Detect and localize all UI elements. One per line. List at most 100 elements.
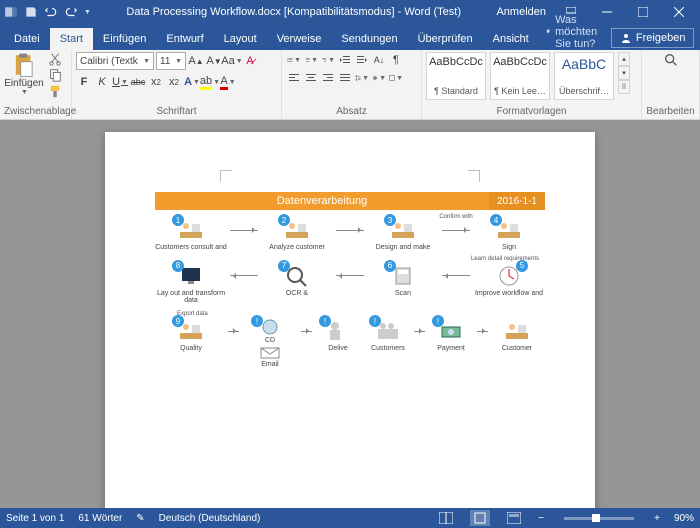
find-icon[interactable]	[663, 52, 679, 68]
print-layout-icon[interactable]	[470, 510, 490, 526]
flow-node-2: 2 Analyze customer	[261, 218, 333, 252]
tab-view[interactable]: Ansicht	[483, 28, 539, 50]
cut-icon[interactable]	[48, 52, 62, 66]
change-case-icon[interactable]: Aa▼	[224, 53, 240, 69]
styles-gallery-expand[interactable]: ▴▾⠿	[618, 52, 630, 94]
proofing-icon[interactable]: ✎	[136, 513, 144, 524]
borders-icon[interactable]: ▼	[388, 70, 404, 86]
flow-node-cd-email: ! CD Email	[240, 319, 300, 368]
highlight-color-icon[interactable]: ab▼	[202, 74, 218, 90]
flow-node-customer: Customer	[489, 319, 545, 353]
tell-me-search[interactable]: Was möchten Sie tun?	[545, 14, 605, 50]
save-icon[interactable]	[24, 5, 38, 19]
tab-mailings[interactable]: Sendungen	[331, 28, 407, 50]
window-title: Data Processing Workflow.docx [Kompatibi…	[91, 6, 497, 18]
workflow-diagram: 1 Customers consult and 2 Analyze custom…	[135, 218, 565, 368]
font-name-select[interactable]: Calibri (Textk▼	[76, 52, 154, 70]
font-name-value: Calibri (Textk	[80, 56, 138, 67]
share-button[interactable]: Freigeben	[611, 28, 695, 48]
style-sample: AaBbC	[562, 56, 606, 72]
share-icon	[620, 32, 632, 44]
strikethrough-button[interactable]: abc	[130, 74, 146, 90]
justify-icon[interactable]	[337, 70, 353, 86]
copy-icon[interactable]	[48, 68, 62, 82]
zoom-out-button[interactable]: −	[538, 513, 544, 524]
superscript-button[interactable]: x2	[166, 74, 182, 90]
tab-file[interactable]: Datei	[4, 28, 50, 50]
style-heading1[interactable]: AaBbC Überschrif…	[554, 52, 614, 100]
italic-button[interactable]: K	[94, 74, 110, 90]
qat-more-icon[interactable]: ▼	[84, 9, 91, 16]
increase-font-icon[interactable]: A▲	[188, 53, 204, 69]
web-layout-icon[interactable]	[504, 510, 524, 526]
underline-button[interactable]: U▼	[112, 74, 128, 90]
document-page: Datenverarbeitung 2016-1-1 1 Customers c…	[105, 132, 595, 508]
tab-start[interactable]: Start	[50, 28, 93, 50]
bullets-icon[interactable]: ▼	[286, 52, 302, 68]
paste-icon	[11, 52, 37, 78]
style-sample: AaBbCcDc	[429, 56, 483, 68]
lightbulb-icon	[545, 25, 551, 39]
subscript-button[interactable]: x2	[148, 74, 164, 90]
flow-annotation: Learn detail requirements	[155, 256, 539, 262]
align-center-icon[interactable]	[303, 70, 319, 86]
tab-layout[interactable]: Layout	[214, 28, 267, 50]
flow-node-payment: ! Payment	[426, 319, 476, 353]
ribbon: Einfügen ▼ Zwischenablage Calibri (Textk…	[0, 50, 700, 120]
style-standard[interactable]: AaBbCcDc ¶ Standard	[426, 52, 486, 100]
flow-node-4: 4 Sign	[473, 218, 545, 252]
ribbon-tabs: Datei Start Einfügen Entwurf Layout Verw…	[0, 24, 700, 50]
style-name: ¶ Kein Lee…	[493, 86, 547, 96]
flow-node-5: 5 Improve workflow and	[473, 264, 545, 298]
group-styles: AaBbCcDc ¶ Standard AaBbCcDc ¶ Kein Lee……	[422, 50, 642, 119]
tab-review[interactable]: Überprüfen	[408, 28, 483, 50]
document-title: Datenverarbeitung	[155, 195, 489, 207]
maximize-button[interactable]	[626, 0, 660, 24]
format-painter-icon[interactable]	[48, 84, 62, 98]
signin-link[interactable]: Anmelden	[496, 6, 546, 18]
document-area[interactable]: Datenverarbeitung 2016-1-1 1 Customers c…	[0, 120, 700, 508]
font-size-value: 11	[160, 56, 170, 67]
language-indicator[interactable]: Deutsch (Deutschland)	[159, 513, 261, 524]
style-sample: AaBbCcDc	[493, 56, 547, 68]
document-title-bar: Datenverarbeitung 2016-1-1	[155, 192, 545, 210]
word-count[interactable]: 61 Wörter	[78, 513, 122, 524]
multilevel-list-icon[interactable]: ▼	[320, 52, 336, 68]
undo-icon[interactable]	[44, 5, 58, 19]
tab-insert[interactable]: Einfügen	[93, 28, 156, 50]
document-date: 2016-1-1	[489, 192, 545, 210]
numbering-icon[interactable]: ▼	[303, 52, 319, 68]
tab-references[interactable]: Verweise	[267, 28, 332, 50]
show-marks-icon[interactable]: ¶	[388, 52, 404, 68]
clear-formatting-icon[interactable]: A̷	[242, 53, 258, 69]
flow-node-1: 1 Customers consult and	[155, 218, 227, 252]
tab-design[interactable]: Entwurf	[156, 28, 213, 50]
flow-node-7: 7 OCR &	[261, 264, 333, 298]
shading-icon[interactable]: ▼	[371, 70, 387, 86]
read-mode-icon[interactable]	[436, 510, 456, 526]
align-right-icon[interactable]	[320, 70, 336, 86]
word-app-icon	[4, 5, 18, 19]
decrease-font-icon[interactable]: A▼	[206, 53, 222, 69]
font-color-icon[interactable]: A▼	[220, 74, 236, 90]
zoom-level[interactable]: 90%	[674, 513, 694, 524]
status-bar: Seite 1 von 1 61 Wörter ✎ Deutsch (Deuts…	[0, 508, 700, 528]
style-no-spacing[interactable]: AaBbCcDc ¶ Kein Lee…	[490, 52, 550, 100]
close-button[interactable]	[662, 0, 696, 24]
align-left-icon[interactable]	[286, 70, 302, 86]
margin-mark-icon	[220, 170, 232, 182]
zoom-in-button[interactable]: +	[654, 513, 660, 524]
paste-button[interactable]: Einfügen ▼	[4, 52, 44, 96]
decrease-indent-icon[interactable]	[337, 52, 353, 68]
increase-indent-icon[interactable]	[354, 52, 370, 68]
font-size-select[interactable]: 11▼	[156, 52, 186, 70]
text-effects-icon[interactable]: A▼	[184, 74, 200, 90]
redo-icon[interactable]	[64, 5, 78, 19]
share-label: Freigeben	[636, 32, 686, 44]
bold-button[interactable]: F	[76, 74, 92, 90]
group-font-label: Schriftart	[76, 106, 277, 119]
page-indicator[interactable]: Seite 1 von 1	[6, 513, 64, 524]
zoom-slider[interactable]	[564, 517, 634, 520]
sort-icon[interactable]: A↓	[371, 52, 387, 68]
line-spacing-icon[interactable]: ▼	[354, 70, 370, 86]
